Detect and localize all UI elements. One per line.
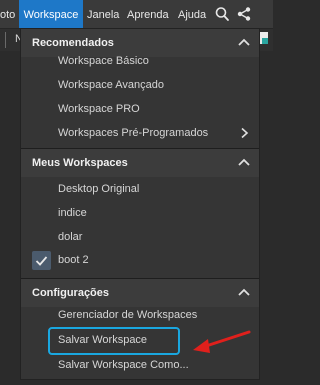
chevron-up-icon[interactable] — [237, 156, 251, 168]
menu-item-label: boot 2 — [58, 254, 89, 266]
section-title: Recomendados — [32, 37, 114, 49]
section-title: Configurações — [32, 287, 110, 299]
annotation-arrow-icon — [193, 330, 251, 353]
menu-item-projeto[interactable]: oto — [0, 0, 18, 28]
section-header-meus-workspaces[interactable]: Meus Workspaces — [21, 149, 259, 177]
menu-item-label: Desktop Original — [58, 183, 140, 195]
menu-item-ajuda[interactable]: Ajuda — [178, 0, 206, 28]
menu-item-label: Workspaces Pré-Programados — [58, 127, 209, 139]
checkmark-icon — [32, 251, 51, 270]
menu-item-workspace-basico[interactable]: Workspace Básico — [21, 49, 259, 73]
search-icon[interactable] — [214, 6, 230, 22]
menu-item-workspace-pro[interactable]: Workspace PRO — [21, 97, 259, 121]
menu-item-gerenciador-de-workspaces[interactable]: Gerenciador de Workspaces — [21, 303, 259, 327]
menu-item-label: Workspace Avançado — [58, 79, 164, 91]
menu-item-label: Salvar Workspace Como... — [58, 359, 189, 371]
menu-bar: oto Workspace Janela Aprenda Ajuda — [0, 0, 273, 28]
menu-item-label: Workspace Básico — [58, 55, 149, 67]
menu-item-boot-2[interactable]: boot 2 — [21, 248, 259, 272]
menu-item-indice[interactable]: indice — [21, 201, 259, 225]
chevron-up-icon[interactable] — [237, 36, 251, 48]
menu-item-label: Gerenciador de Workspaces — [58, 309, 198, 321]
annotation-highlight-box — [48, 327, 180, 355]
chevron-right-icon — [241, 127, 249, 139]
menu-item-aprenda[interactable]: Aprenda — [127, 0, 169, 28]
menu-item-label: dolar — [58, 231, 83, 243]
menu-item-workspace[interactable]: Workspace — [19, 0, 83, 28]
section-title: Meus Workspaces — [32, 157, 128, 169]
menu-item-dolar[interactable]: dolar — [21, 225, 259, 249]
menu-item-desktop-original[interactable]: Desktop Original — [21, 177, 259, 201]
menu-item-janela[interactable]: Janela — [87, 0, 119, 28]
menu-item-label: Workspace PRO — [58, 103, 140, 115]
chevron-up-icon[interactable] — [237, 286, 251, 298]
menu-item-label: indice — [58, 207, 87, 219]
share-icon[interactable] — [236, 6, 252, 22]
menu-item-workspaces-pre-programados[interactable]: Workspaces Pré-Programados — [21, 121, 259, 145]
menu-item-workspace-avancado[interactable]: Workspace Avançado — [21, 73, 259, 97]
toolbar-separator — [5, 32, 6, 48]
workspace-dropdown-menu: Recomendados Workspace Básico Workspace … — [20, 28, 260, 380]
